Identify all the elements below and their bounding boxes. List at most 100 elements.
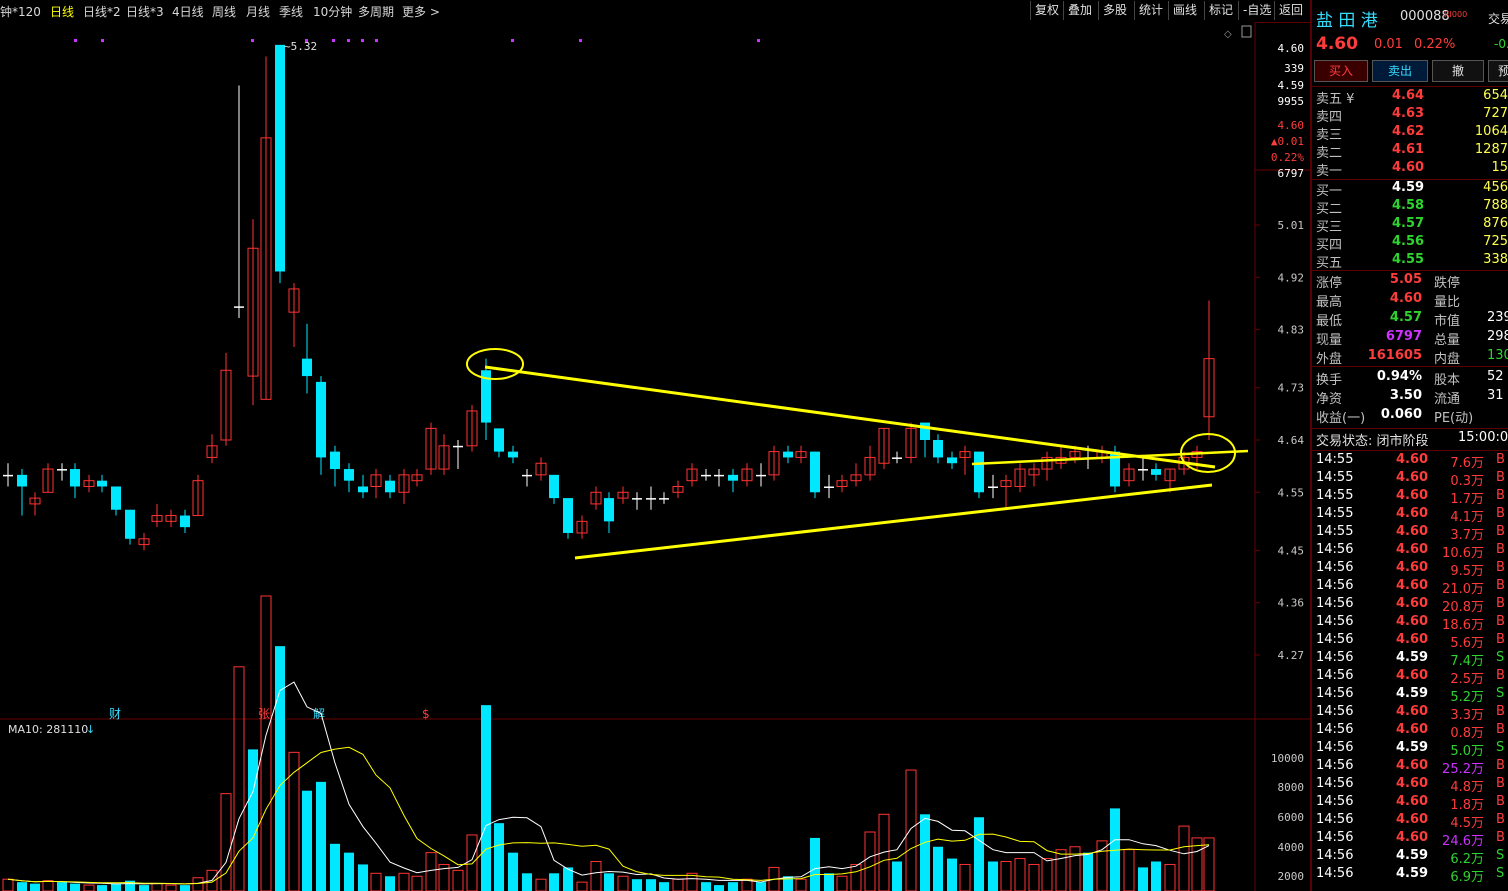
period-tab[interactable]: 季线	[279, 3, 303, 20]
sell-button[interactable]: 卖出	[1372, 60, 1428, 82]
toolbar-button[interactable]: 画线	[1168, 1, 1201, 20]
tick-volume: 7.4万	[1450, 654, 1484, 669]
period-tab[interactable]: 钟*120	[0, 3, 41, 20]
tick-time: 14:56	[1316, 830, 1354, 845]
stat-label: 最低	[1316, 314, 1343, 329]
candle-body-flat	[646, 498, 656, 500]
volume-bar-down	[646, 879, 656, 891]
volume-bar-down	[988, 861, 998, 891]
period-toolbar: 钟*120 日线 日线*2 日线*3 4日线 周线 月线 季线 10分钟 多周期 更多 > 复权 叠加多…	[0, 0, 1310, 23]
preorder-button[interactable]: 预	[1488, 60, 1508, 82]
period-tab[interactable]: 日线*3	[126, 3, 164, 20]
tick-row: 14:56 4.60 0.8万 B	[1312, 722, 1508, 741]
orderbook-label: 卖二	[1316, 146, 1343, 161]
orderbook-price: 4.58	[1392, 198, 1425, 213]
tick-row: 14:56 4.59 5.0万 S	[1312, 740, 1508, 759]
period-tab[interactable]: 更多 >	[402, 3, 440, 20]
orderbook-row[interactable]: 卖二 4.61 1287	[1312, 142, 1508, 161]
volume-bar-down	[316, 781, 326, 891]
price-change: 0.01	[1374, 37, 1403, 52]
tick-time: 14:56	[1316, 722, 1354, 737]
event-marker: 张	[258, 707, 270, 721]
cancel-order-button[interactable]: 撤	[1432, 60, 1484, 82]
period-tab[interactable]: 多周期	[358, 3, 394, 20]
event-marker: 解	[313, 707, 325, 721]
event-marker: $	[422, 707, 430, 721]
period-tab[interactable]: 日线*2	[83, 3, 121, 20]
orderbook-row[interactable]: 买四 4.56 725	[1312, 234, 1508, 253]
tick-time: 14:56	[1316, 848, 1354, 863]
stat-label: 最高	[1316, 295, 1343, 310]
period-tab[interactable]: 月线	[246, 3, 270, 20]
tick-price: 4.60	[1396, 488, 1429, 503]
toolbar-button[interactable]: 返回	[1274, 1, 1307, 20]
stats-row: 最低 4.57 市值 239	[1312, 310, 1508, 329]
tick-volume: 4.8万	[1450, 780, 1484, 795]
volume-bar-down	[549, 873, 559, 891]
tick-price: 4.60	[1396, 794, 1429, 809]
period-tab[interactable]: 4日线	[172, 3, 204, 20]
stat-value: 3.50	[1389, 388, 1422, 403]
tick-row: 14:56 4.60 10.6万 B	[1312, 542, 1508, 561]
tick-direction: S	[1496, 686, 1505, 701]
toolbar-button[interactable]: 统计	[1134, 1, 1167, 20]
orderbook-row[interactable]: 卖五 ¥ 4.64 654	[1312, 88, 1508, 107]
toolbar-button[interactable]: -自选	[1238, 1, 1275, 20]
tick-time: 14:56	[1316, 686, 1354, 701]
candle-body-down	[330, 451, 340, 470]
stat-value: 298	[1487, 329, 1508, 344]
tick-row: 14:56 4.59 7.4万 S	[1312, 650, 1508, 669]
candle-body-down	[111, 486, 121, 510]
volume-bar-down	[97, 885, 107, 891]
tick-direction: B	[1496, 524, 1505, 539]
stats-row: 现量 6797 总量 298	[1312, 329, 1508, 348]
price-axis-label: 4.45	[1278, 544, 1305, 557]
orderbook-price: 4.60	[1392, 160, 1425, 175]
orderbook-row[interactable]: 买五 4.55 338	[1312, 252, 1508, 271]
period-tab[interactable]: 10分钟	[313, 3, 352, 20]
price-change-pct: 0.22%	[1414, 37, 1456, 52]
tick-direction: B	[1496, 578, 1505, 593]
tick-price: 4.59	[1396, 866, 1429, 881]
candle-body-down	[810, 451, 820, 493]
tick-row: 14:56 4.60 4.8万 B	[1312, 776, 1508, 795]
stat-label: 量比	[1434, 295, 1461, 310]
orderbook-row[interactable]: 卖四 4.63 727	[1312, 106, 1508, 125]
tick-price: 4.59	[1396, 686, 1429, 701]
stat-value: 52	[1487, 369, 1504, 384]
buy-button[interactable]: 买入	[1314, 60, 1368, 82]
orderbook-volume: 1287	[1474, 142, 1508, 157]
orderbook-price: 4.57	[1392, 216, 1425, 231]
candle-body-down	[508, 451, 518, 458]
orderbook-row[interactable]: 卖一 4.60 15	[1312, 160, 1508, 179]
infobox-value: ▲0.01	[1271, 135, 1304, 148]
volume-bar-down	[632, 879, 642, 891]
orderbook-row[interactable]: 买一 4.59 456	[1312, 180, 1508, 199]
toolbar-button[interactable]: 复权	[1030, 1, 1063, 20]
volume-bar-down	[180, 885, 190, 891]
toolbar-button[interactable]: 多股	[1098, 1, 1131, 20]
orderbook-row[interactable]: 卖三 4.62 1064	[1312, 124, 1508, 143]
tick-row: 14:56 4.60 5.6万 B	[1312, 632, 1508, 651]
tick-direction: B	[1496, 452, 1505, 467]
kline-chart[interactable]: ~5.32 财 张 解 $ MA10: 281110↓ ◇ 5.01 4.92 4.83 4.73 4…	[0, 22, 1310, 891]
orderbook-row[interactable]: 买三 4.57 876	[1312, 216, 1508, 235]
toolbar-button[interactable]: 标记	[1204, 1, 1237, 20]
tick-time: 14:55	[1316, 524, 1354, 539]
candle-body-down	[728, 474, 738, 481]
orderbook-row[interactable]: 买二 4.58 788	[1312, 198, 1508, 217]
volume-bar-down	[385, 876, 395, 891]
stat-label: 内盘	[1434, 352, 1461, 367]
volume-bar-down	[728, 882, 738, 891]
tick-direction: B	[1496, 722, 1505, 737]
volume-bar-down	[302, 790, 312, 891]
volume-bar-down	[1151, 861, 1161, 891]
tick-volume: 6.2万	[1450, 852, 1484, 867]
orderbook-label: 买一	[1316, 184, 1343, 199]
toolbar-button[interactable]: 叠加	[1063, 1, 1096, 20]
period-tab[interactable]: 日线	[50, 3, 74, 20]
volume-bar-down	[70, 883, 80, 891]
stock-name: 盐 田 港	[1316, 11, 1378, 31]
period-tab[interactable]: 周线	[212, 3, 236, 20]
tick-direction: B	[1496, 812, 1505, 827]
